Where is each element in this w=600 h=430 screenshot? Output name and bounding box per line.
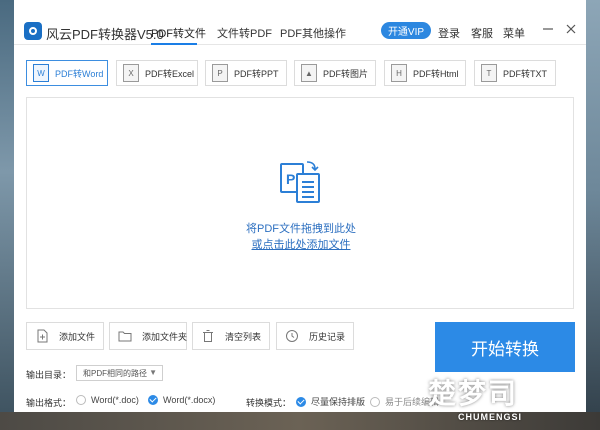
app-window: 风云PDF转换器V5.0 PDF转文件 文件转PDF PDF其他操作 开通VIP… xyxy=(14,0,586,412)
output-dir-label: 输出目录： xyxy=(26,370,72,380)
service-link[interactable]: 客服 xyxy=(471,25,493,41)
start-convert-button[interactable]: 开始转换 xyxy=(435,322,575,372)
desktop-background-left xyxy=(0,0,14,430)
format-docx-radio[interactable]: Word(*.docx) xyxy=(148,395,215,405)
open-vip-button[interactable]: 开通VIP xyxy=(381,22,431,39)
clock-icon xyxy=(286,330,298,342)
add-file-button[interactable]: 添加文件 xyxy=(26,322,104,350)
active-tab-indicator xyxy=(151,43,197,45)
output-dir-select[interactable]: 和PDF相同的路径 ▼ xyxy=(76,365,163,381)
tab-file-to-pdf[interactable]: 文件转PDF xyxy=(217,25,272,41)
pdf-convert-icon: P xyxy=(280,161,320,203)
subtab-pdf-to-word[interactable]: W PDF转Word xyxy=(26,60,108,86)
watermark-text: 楚梦司 xyxy=(428,377,519,410)
app-title: 风云PDF转换器V5.0 xyxy=(46,27,164,42)
format-doc-radio[interactable]: Word(*.doc) xyxy=(76,395,139,405)
file-drop-area[interactable]: P 将PDF文件拖拽到此处 或点击此处添加文件 xyxy=(26,97,574,309)
drop-hint-text[interactable]: 将PDF文件拖拽到此处 xyxy=(27,220,575,236)
radio-unchecked-icon xyxy=(370,396,380,407)
tab-pdf-other[interactable]: PDF其他操作 xyxy=(280,25,346,41)
conversion-type-tabs: W PDF转Word X PDF转Excel P PDF转PPT ▲ PDF转图… xyxy=(14,55,586,93)
ppt-file-icon: P xyxy=(212,64,228,82)
word-file-icon: W xyxy=(33,64,49,82)
watermark-subtext: CHUMENGSI xyxy=(458,412,523,422)
watermark: 楚梦司 CHUMENGSI xyxy=(428,372,588,428)
chevron-down-icon: ▼ xyxy=(149,368,157,377)
clear-list-button[interactable]: 清空列表 xyxy=(192,322,270,350)
tab-pdf-to-file[interactable]: PDF转文件 xyxy=(151,25,206,41)
click-to-add-link[interactable]: 或点击此处添加文件 xyxy=(27,236,575,252)
mode-keep-layout-radio[interactable]: 尽量保持排版 xyxy=(296,395,365,408)
radio-checked-icon xyxy=(296,396,306,407)
excel-file-icon: X xyxy=(123,64,139,82)
desktop-background-right xyxy=(584,0,600,430)
add-folder-button[interactable]: 添加文件夹 xyxy=(109,322,187,350)
image-file-icon: ▲ xyxy=(301,64,317,82)
subtab-pdf-to-txt[interactable]: T PDF转TXT xyxy=(474,60,556,86)
folder-icon xyxy=(118,331,132,342)
convert-mode-label: 转换模式： xyxy=(246,398,292,408)
subtab-pdf-to-image[interactable]: ▲ PDF转图片 xyxy=(294,60,376,86)
history-button[interactable]: 历史记录 xyxy=(276,322,354,350)
title-bar: 风云PDF转换器V5.0 PDF转文件 文件转PDF PDF其他操作 开通VIP… xyxy=(14,0,586,45)
svg-text:P: P xyxy=(286,171,295,187)
radio-checked-icon xyxy=(148,395,158,405)
subtab-pdf-to-html[interactable]: H PDF转Html xyxy=(384,60,466,86)
subtab-pdf-to-ppt[interactable]: P PDF转PPT xyxy=(205,60,287,86)
radio-unchecked-icon xyxy=(76,395,86,405)
close-icon[interactable] xyxy=(564,22,578,36)
add-file-icon xyxy=(37,329,48,343)
output-format-label: 输出格式： xyxy=(26,398,72,408)
trash-icon xyxy=(203,330,213,342)
app-logo-icon xyxy=(24,22,42,40)
subtab-pdf-to-excel[interactable]: X PDF转Excel xyxy=(116,60,198,86)
minimize-icon[interactable] xyxy=(541,22,555,36)
txt-file-icon: T xyxy=(481,64,497,82)
menu-link[interactable]: 菜单 xyxy=(503,25,525,41)
html-file-icon: H xyxy=(391,64,407,82)
login-link[interactable]: 登录 xyxy=(438,25,460,41)
